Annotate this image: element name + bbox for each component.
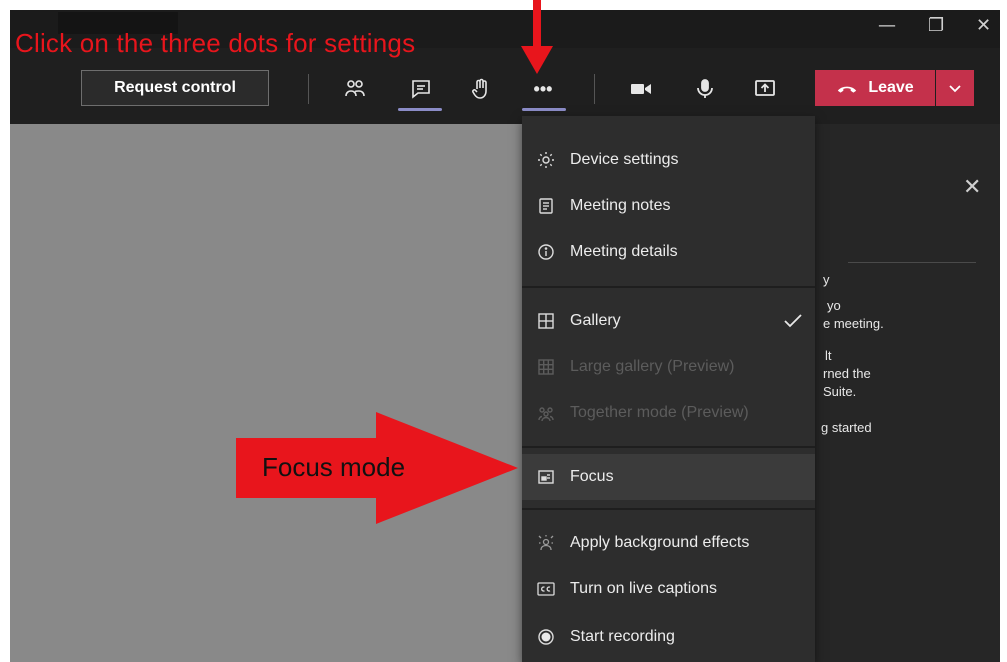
panel-divider [848,262,976,263]
microphone-icon[interactable] [690,74,720,104]
focus-icon [522,467,570,487]
menu-item-label: Meeting details [570,243,678,260]
large-gallery-icon [522,357,570,377]
menu-item-start-recording[interactable]: Start recording [522,614,815,660]
panel-text-fragment: y [823,272,830,287]
phone-hangup-icon [838,86,857,93]
captions-icon [522,579,570,599]
annotation-focus-mode-label: Focus mode [262,452,406,482]
annotation-arrow-down [521,0,553,74]
chevron-down-icon [949,85,961,93]
more-options-icon[interactable]: ••• [528,74,558,104]
menu-item-live-captions[interactable]: Turn on live captions [522,566,815,612]
menu-item-label: Turn on live captions [570,580,718,597]
background-effects-icon [522,533,570,553]
more-active-underline [522,108,566,111]
restore-button[interactable]: ❐ [928,16,944,36]
menu-item-large-gallery: Large gallery (Preview) [522,344,815,390]
info-icon [522,242,570,262]
menu-item-meeting-details[interactable]: Meeting details [522,229,815,275]
gear-icon [522,150,570,170]
leave-options-button[interactable] [936,70,974,106]
menu-item-meeting-notes[interactable]: Meeting notes [522,183,815,229]
menu-item-together-mode: Together mode (Preview) [522,390,815,436]
meeting-toolbar: Request control ••• Leave [10,48,1000,124]
menu-item-focus[interactable]: Focus [522,454,815,500]
panel-text-fragment: lt [825,348,832,363]
menu-divider [522,508,815,510]
panel-text-fragment: g started [821,420,872,435]
menu-divider [522,446,815,448]
menu-divider [522,286,815,288]
menu-item-label: Large gallery (Preview) [570,358,735,375]
menu-item-label: Start recording [570,628,675,645]
participants-icon[interactable] [340,74,370,104]
menu-item-background-effects[interactable]: Apply background effects [522,520,815,566]
video-stage [10,124,522,662]
toolbar-separator [308,74,309,104]
panel-text-fragment: e meeting. [823,316,884,331]
record-icon [522,627,570,647]
menu-item-label: Device settings [570,151,679,168]
panel-close-button[interactable]: ✕ [963,174,981,200]
camera-icon[interactable] [626,74,656,104]
annotation-instruction-text: Click on the three dots for settings [15,28,416,58]
panel-text-fragment: yo [827,298,841,313]
teams-meeting-window: — ❐ ✕ Request control ••• Leave ✕ y yo e… [10,10,1000,662]
chat-icon[interactable] [406,74,436,104]
panel-text-fragment: rned the [823,366,871,381]
menu-item-label: Meeting notes [570,197,671,214]
menu-item-label: Focus [570,468,614,485]
gallery-icon [522,311,570,331]
menu-item-gallery[interactable]: Gallery [522,298,815,344]
panel-text-fragment: Suite. [823,384,857,399]
minimize-button[interactable]: — [878,16,896,36]
menu-item-label: Apply background effects [570,534,750,551]
leave-label: Leave [868,79,914,96]
close-window-button[interactable]: ✕ [976,16,991,36]
raise-hand-icon[interactable] [466,74,496,104]
more-options-menu: Device settings Meeting notes Meeting de… [522,116,815,662]
together-mode-icon [522,403,570,423]
share-screen-icon[interactable] [750,74,780,104]
request-control-button[interactable]: Request control [81,70,269,106]
chat-active-underline [398,108,442,111]
leave-button[interactable]: Leave [815,70,935,106]
toolbar-separator [594,74,595,104]
menu-item-label: Together mode (Preview) [570,404,749,421]
side-panel: ✕ y yo e meeting. lt rned the Suite. g s… [815,124,1000,662]
menu-item-device-settings[interactable]: Device settings [522,137,815,183]
checkmark-icon [784,314,802,328]
notes-icon [522,196,570,216]
menu-item-label: Gallery [570,312,621,329]
